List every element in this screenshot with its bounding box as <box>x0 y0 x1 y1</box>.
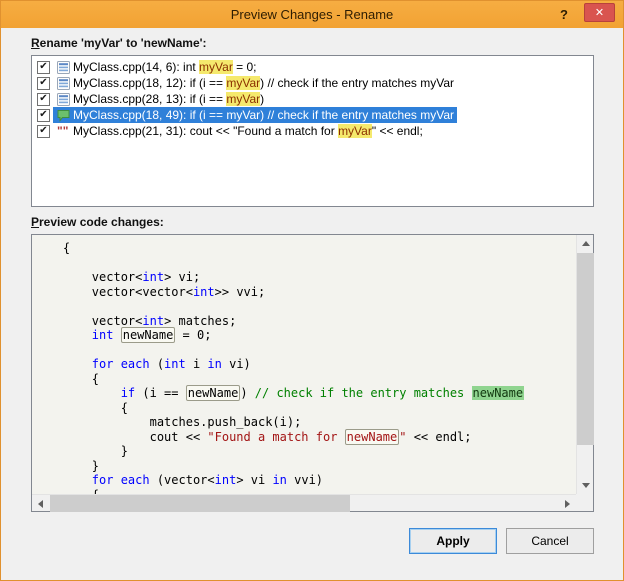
help-button[interactable]: ? <box>553 5 575 23</box>
row-checkbox[interactable]: ✔ <box>37 77 50 90</box>
row-checkbox[interactable]: ✔ <box>37 93 50 106</box>
row-text: MyClass.cpp(28, 13): if (i == myVar) <box>73 92 264 106</box>
source-file-icon <box>56 93 70 106</box>
window-title: Preview Changes - Rename <box>231 7 394 22</box>
row-body: MyClass.cpp(18, 12): if (i == myVar) // … <box>53 75 457 91</box>
code-preview-pane: { vector<int> vi; vector<vector<int>> vv… <box>31 234 594 512</box>
row-checkbox[interactable]: ✔ <box>37 61 50 74</box>
horizontal-scrollbar[interactable] <box>32 494 576 511</box>
comment-icon <box>56 109 70 122</box>
button-row: Apply Cancel <box>31 528 594 554</box>
code-line <box>34 343 576 358</box>
row-body: "" MyClass.cpp(21, 31): cout << "Found a … <box>53 123 426 139</box>
code-line: } <box>34 459 576 474</box>
preview-label: Preview code changes: <box>31 215 594 230</box>
preview-changes-dialog: Preview Changes - Rename ? ✕ Rename 'myV… <box>0 0 624 581</box>
dialog-body: Rename 'myVar' to 'newName': ✔ MyClass.cp… <box>1 28 623 554</box>
code-line: vector<int> matches; <box>34 314 576 329</box>
row-checkbox[interactable]: ✔ <box>37 125 50 138</box>
change-row[interactable]: ✔ MyClass.cpp(28, 13): if (i == myVar) <box>32 91 593 107</box>
rename-label: Rename 'myVar' to 'newName': <box>31 36 594 51</box>
code-line: vector<int> vi; <box>34 270 576 285</box>
scroll-up-icon[interactable] <box>577 235 594 252</box>
row-body: MyClass.cpp(14, 6): int myVar = 0; <box>53 59 260 75</box>
scroll-down-icon[interactable] <box>577 477 594 494</box>
vertical-scroll-thumb[interactable] <box>577 253 594 445</box>
source-file-icon <box>56 61 70 74</box>
code-line: { <box>34 401 576 416</box>
code-line: { <box>34 372 576 387</box>
close-icon[interactable]: ✕ <box>584 3 615 22</box>
row-checkbox[interactable]: ✔ <box>37 109 50 122</box>
code-line <box>34 256 576 271</box>
row-text: MyClass.cpp(21, 31): cout << "Found a ma… <box>73 124 423 138</box>
changes-list[interactable]: ✔ MyClass.cpp(14, 6): int myVar = 0; ✔ MyCl… <box>31 55 594 207</box>
string-icon: "" <box>56 125 70 138</box>
change-row[interactable]: ✔ MyClass.cpp(18, 12): if (i == myVar) //… <box>32 75 593 91</box>
titlebar: Preview Changes - Rename ? ✕ <box>1 1 623 28</box>
vertical-scrollbar[interactable] <box>576 235 593 494</box>
change-row[interactable]: ✔ MyClass.cpp(14, 6): int myVar = 0; <box>32 59 593 75</box>
cancel-button[interactable]: Cancel <box>506 528 594 554</box>
code-line: vector<vector<int>> vvi; <box>34 285 576 300</box>
code-line: } <box>34 444 576 459</box>
code-line: matches.push_back(i); <box>34 415 576 430</box>
source-file-icon <box>56 77 70 90</box>
row-text: MyClass.cpp(18, 12): if (i == myVar) // … <box>73 76 454 90</box>
apply-button[interactable]: Apply <box>409 528 497 554</box>
row-body: MyClass.cpp(18, 49): if (i == myVar) // … <box>53 107 457 123</box>
code-line: for each (int i in vi) <box>34 357 576 372</box>
preview-label-mnemonic: P <box>31 215 39 229</box>
code-content: { vector<int> vi; vector<vector<int>> vv… <box>32 235 576 494</box>
rename-label-mnemonic: R <box>31 36 40 50</box>
code-line: { <box>34 241 576 256</box>
change-row[interactable]: ✔ MyClass.cpp(18, 49): if (i == myVar) //… <box>32 107 593 123</box>
scroll-left-icon[interactable] <box>32 495 49 512</box>
row-body: MyClass.cpp(28, 13): if (i == myVar) <box>53 91 267 107</box>
code-line: cout << "Found a match for newName" << e… <box>34 430 576 445</box>
horizontal-scroll-thumb[interactable] <box>50 495 350 512</box>
rename-label-text: ename 'myVar' to 'newName': <box>40 36 207 50</box>
row-text: MyClass.cpp(14, 6): int myVar = 0; <box>73 60 257 74</box>
code-line: int newName = 0; <box>34 328 576 343</box>
svg-text:"": "" <box>57 125 68 138</box>
code-line: if (i == newName) // check if the entry … <box>34 386 576 401</box>
code-line: for each (vector<int> vi in vvi) <box>34 473 576 488</box>
scroll-right-icon[interactable] <box>559 495 576 512</box>
change-row[interactable]: ✔ "" MyClass.cpp(21, 31): cout << "Found a… <box>32 123 593 139</box>
code-line <box>34 299 576 314</box>
preview-label-text: review code changes: <box>39 215 164 229</box>
row-text: MyClass.cpp(18, 49): if (i == myVar) // … <box>73 108 454 122</box>
scrollbar-corner <box>576 494 593 511</box>
